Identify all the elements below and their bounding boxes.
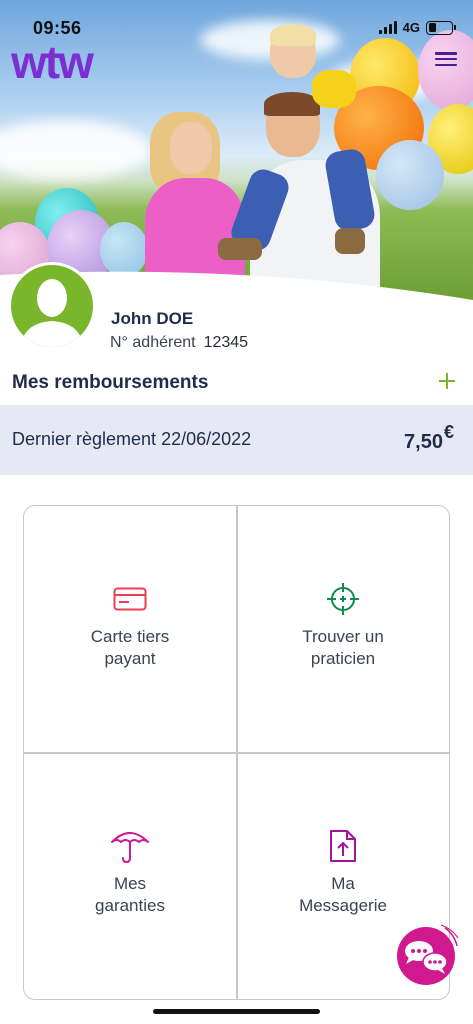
amount-value: 7,50 <box>404 431 443 453</box>
tile-label: Mes garanties <box>95 874 165 915</box>
member-number-row: N° adhérent 12345 <box>110 334 248 352</box>
last-payment-amount: 7,50€ <box>404 422 454 454</box>
tile-label: Ma Messagerie <box>299 874 387 915</box>
user-name: John DOE <box>111 309 194 328</box>
status-indicators: 4G <box>378 20 456 35</box>
umbrella-icon <box>111 832 149 864</box>
crosshair-icon <box>327 583 359 615</box>
home-indicator[interactable] <box>153 1009 320 1014</box>
reimbursements-header[interactable]: Mes remboursements <box>0 364 473 404</box>
last-payment-label: Dernier règlement 22/06/2022 <box>12 429 252 449</box>
avatar <box>8 262 96 350</box>
status-time: 09:56 <box>33 18 82 38</box>
tile-trouver-praticien[interactable]: Trouver un praticien <box>237 506 449 752</box>
member-number: 12345 <box>203 334 249 351</box>
member-number-label: N° adhérent <box>110 334 196 351</box>
network-type: 4G <box>402 20 420 35</box>
currency-symbol: € <box>443 422 454 442</box>
plus-icon[interactable] <box>439 373 455 389</box>
wtw-logo: wtw <box>11 38 96 84</box>
tile-label: Trouver un praticien <box>302 627 384 668</box>
signal-icon <box>378 21 397 34</box>
last-payment-card[interactable]: Dernier règlement 22/06/2022 7,50€ <box>0 405 473 475</box>
battery-icon <box>426 20 456 35</box>
svg-text:wtw: wtw <box>11 38 94 84</box>
tile-label: Carte tiers payant <box>90 627 170 668</box>
tile-mes-garanties[interactable]: Mes garanties <box>24 753 236 999</box>
chat-bubbles-icon[interactable] <box>397 924 459 986</box>
card-icon <box>113 587 147 611</box>
hamburger-menu-icon[interactable] <box>435 50 457 68</box>
shortcut-grid: Carte tiers payant Trouver un praticien … <box>23 505 450 1000</box>
upload-document-icon <box>330 830 356 862</box>
tile-carte-tiers-payant[interactable]: Carte tiers payant <box>24 506 236 752</box>
reimbursements-title: Mes remboursements <box>12 372 209 393</box>
user-silhouette-icon <box>21 279 83 347</box>
